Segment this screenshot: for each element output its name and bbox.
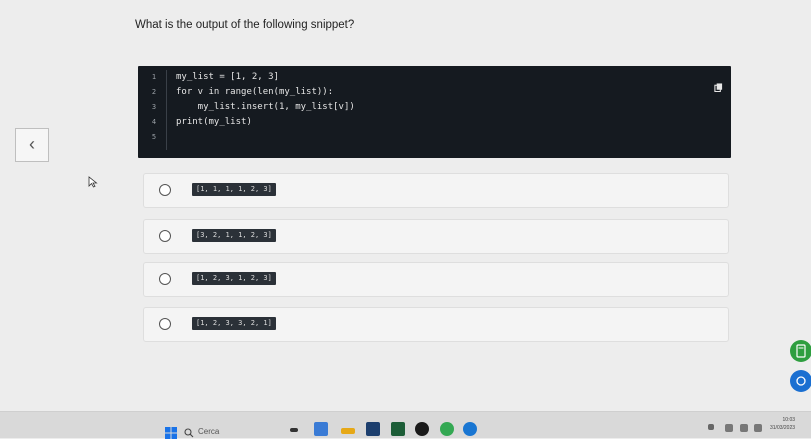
browser-icon[interactable]: [463, 422, 477, 436]
help-button[interactable]: [790, 370, 811, 392]
help-icon: [790, 370, 811, 392]
code-text: for v in range(len(my_list)):: [176, 86, 333, 99]
chrome-icon[interactable]: [440, 422, 454, 436]
radio-button[interactable]: [159, 184, 171, 196]
task-view-icon[interactable]: [290, 428, 298, 432]
radio-button[interactable]: [159, 230, 171, 242]
widgets-icon[interactable]: [314, 422, 328, 436]
radio-button[interactable]: [159, 273, 171, 285]
code-snippet: 1 my_list = [1, 2, 3] 2 for v in range(l…: [138, 66, 731, 158]
answer-option[interactable]: [1, 1, 1, 1, 2, 3]: [143, 173, 729, 208]
answer-option[interactable]: [3, 2, 1, 1, 2, 3]: [143, 219, 729, 254]
clock-time: 10:03: [770, 416, 795, 424]
volume-icon[interactable]: [754, 424, 762, 432]
code-text: my_list.insert(1, my_list[v]): [176, 101, 355, 114]
calculator-button[interactable]: [790, 340, 811, 362]
code-text: print(my_list): [176, 116, 252, 129]
system-clock[interactable]: 10:03 31/03/2023: [770, 416, 795, 432]
line-number: 2: [150, 86, 158, 99]
previous-question-button[interactable]: ‹: [15, 128, 49, 162]
code-text: my_list = [1, 2, 3]: [176, 71, 279, 84]
copy-icon[interactable]: [714, 83, 723, 92]
option-label: [1, 2, 3, 3, 2, 1]: [192, 317, 276, 330]
question-text: What is the output of the following snip…: [135, 19, 354, 31]
option-label: [3, 2, 1, 1, 2, 3]: [192, 229, 276, 242]
tray-app-icon[interactable]: [725, 424, 733, 432]
wifi-icon[interactable]: [740, 424, 748, 432]
chevron-left-icon: ‹: [29, 134, 35, 154]
answer-option[interactable]: [1, 2, 3, 1, 2, 3]: [143, 262, 729, 297]
mouse-pointer-icon: [88, 176, 98, 188]
line-number: 3: [150, 101, 158, 114]
search-placeholder: Cerca: [198, 427, 219, 436]
option-label: [1, 1, 1, 1, 2, 3]: [192, 183, 276, 196]
clock-date: 31/03/2023: [770, 424, 795, 432]
excel-icon[interactable]: [391, 422, 405, 436]
chevron-up-icon[interactable]: [708, 424, 714, 430]
app-icon[interactable]: [415, 422, 429, 436]
calculator-icon: [790, 340, 811, 362]
file-explorer-icon[interactable]: [341, 428, 355, 434]
windows-taskbar: Cerca 10:03 31/03/2023: [0, 411, 811, 438]
line-number: 1: [150, 71, 158, 84]
line-number-gutter: [166, 70, 167, 150]
windows-start-icon[interactable]: [165, 427, 177, 439]
line-number: 4: [150, 116, 158, 129]
radio-button[interactable]: [159, 318, 171, 330]
line-number: 5: [150, 131, 158, 144]
answer-option[interactable]: [1, 2, 3, 3, 2, 1]: [143, 307, 729, 342]
option-label: [1, 2, 3, 1, 2, 3]: [192, 272, 276, 285]
store-icon[interactable]: [366, 422, 380, 436]
